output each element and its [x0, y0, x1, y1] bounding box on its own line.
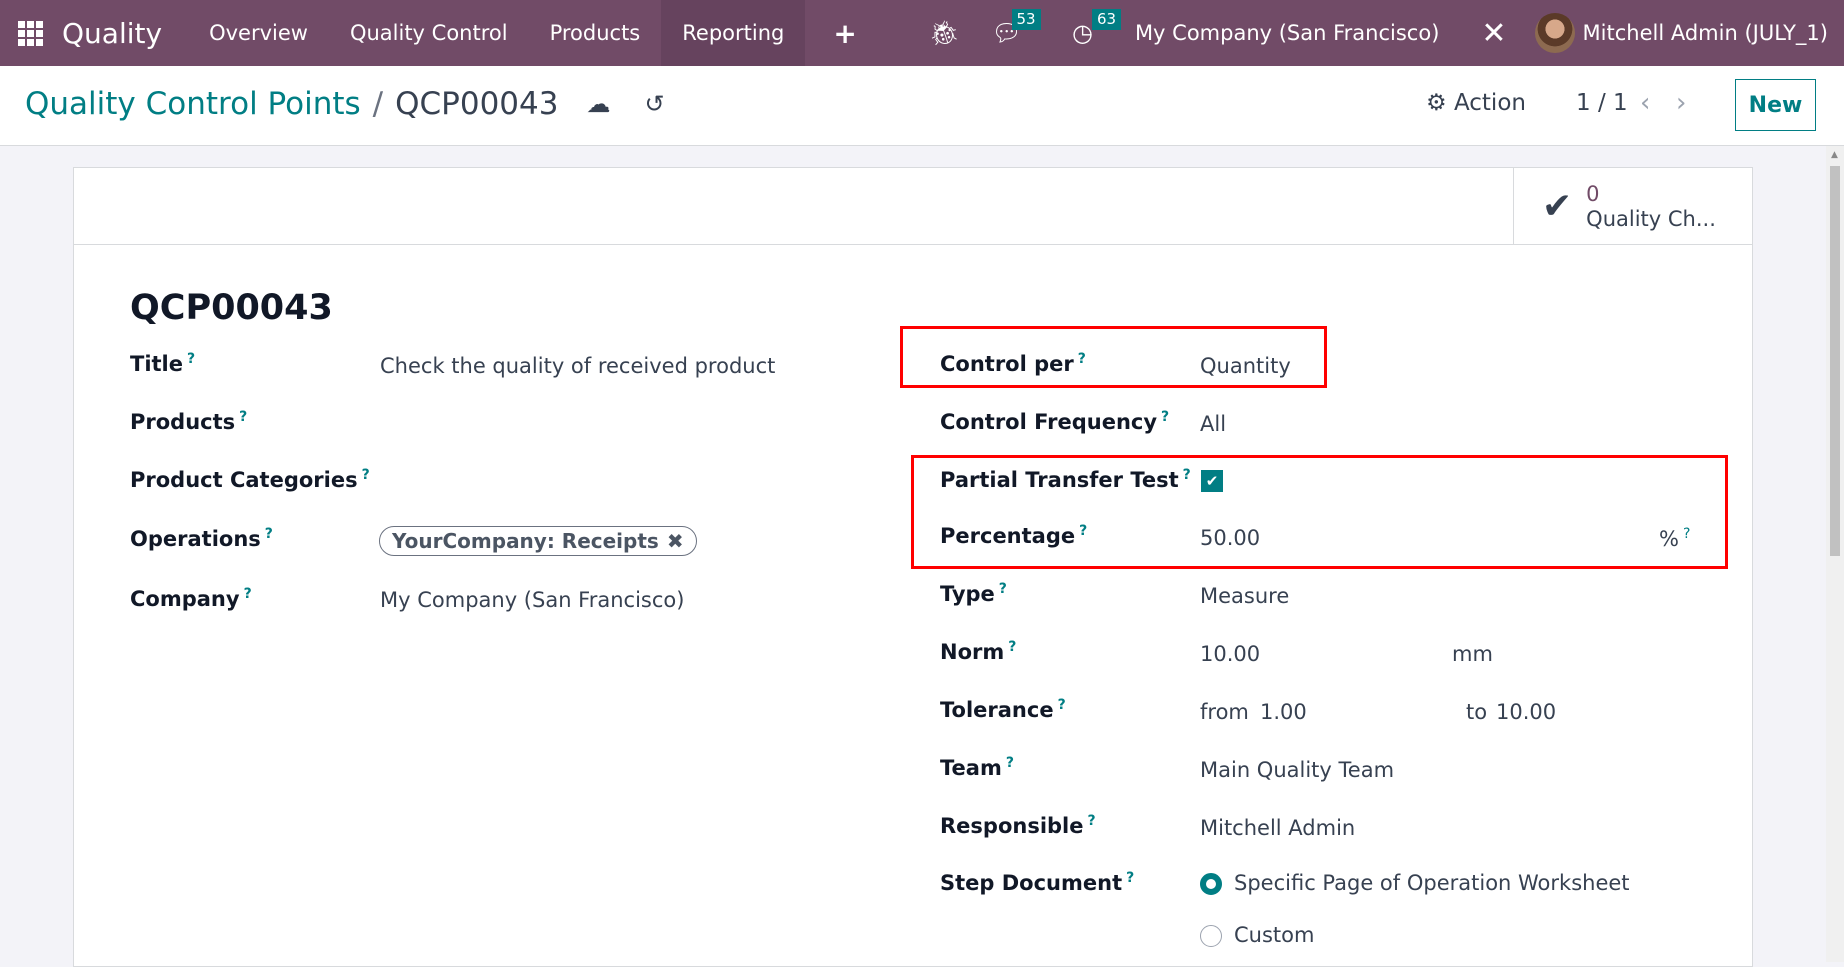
check-icon: ✔	[1542, 186, 1573, 227]
operations-label: Operations?	[130, 526, 273, 551]
new-button[interactable]: New	[1735, 79, 1816, 131]
tools-icon[interactable]: ✕	[1481, 16, 1506, 51]
breadcrumb-parent[interactable]: Quality Control Points	[25, 86, 361, 122]
control-frequency-label: Control Frequency?	[940, 409, 1170, 434]
control-per-label: Control per?	[940, 351, 1086, 376]
help-icon[interactable]: ?	[187, 351, 195, 367]
help-icon[interactable]: ?	[362, 467, 370, 483]
tolerance-to-label: to	[1466, 700, 1488, 724]
type-field[interactable]: Measure	[1200, 584, 1289, 608]
team-field[interactable]: Main Quality Team	[1200, 758, 1394, 782]
help-icon[interactable]: ?	[1161, 409, 1169, 425]
control-frequency-field[interactable]: All	[1200, 412, 1226, 436]
form-sheet: ✔ 0 Quality Ch... QCP00043 Title? Check …	[73, 167, 1753, 967]
app-name[interactable]: Quality	[62, 17, 162, 50]
help-icon[interactable]: ?	[265, 526, 273, 542]
company-switcher[interactable]: My Company (San Francisco)	[1135, 21, 1439, 45]
help-icon[interactable]: ?	[1088, 813, 1096, 829]
breadcrumb: Quality Control Points / QCP00043 ☁ ↺	[25, 86, 665, 122]
norm-field[interactable]: 10.00	[1200, 642, 1260, 666]
action-label: Action	[1453, 90, 1526, 116]
help-icon[interactable]: ?	[239, 409, 247, 425]
quality-checks-count: 0	[1586, 181, 1600, 206]
button-box: ✔ 0 Quality Ch...	[74, 168, 1752, 245]
partial-transfer-test-checkbox[interactable]: ✔	[1201, 470, 1223, 492]
record-reference: QCP00043	[130, 288, 333, 328]
bug-icon[interactable]: 🐞︎	[929, 19, 959, 47]
pager-previous-icon[interactable]: ‹	[1640, 88, 1650, 118]
messages-button[interactable]: 💬︎ 53	[992, 9, 1041, 47]
breadcrumb-separator: /	[372, 86, 384, 122]
avatar[interactable]	[1534, 13, 1575, 53]
discard-icon[interactable]: ↺	[644, 90, 664, 118]
help-icon[interactable]: ?	[1006, 755, 1014, 771]
activities-badge: 63	[1091, 9, 1122, 30]
type-label: Type?	[940, 581, 1007, 606]
breadcrumb-current: QCP00043	[395, 86, 559, 122]
remove-tag-icon[interactable]: ✖	[667, 529, 684, 553]
operation-tag: YourCompany: Receipts ✖	[379, 526, 697, 556]
step-document-option-worksheet[interactable]: Specific Page of Operation Worksheet	[1234, 871, 1630, 895]
save-cloud-icon[interactable]: ☁	[586, 90, 610, 118]
responsible-label: Responsible?	[940, 813, 1096, 838]
percentage-label: Percentage?	[940, 523, 1088, 548]
products-field[interactable]	[380, 409, 880, 437]
company-label: Company?	[130, 586, 252, 611]
tolerance-to-field[interactable]: 10.00	[1496, 700, 1556, 724]
messages-badge: 53	[1011, 9, 1041, 30]
pager-value[interactable]: 1 / 1	[1576, 90, 1628, 116]
team-label: Team?	[940, 755, 1014, 780]
menu-overview[interactable]: Overview	[188, 0, 329, 66]
norm-label: Norm?	[940, 639, 1017, 664]
top-navbar: Quality Overview Quality Control Product…	[0, 0, 1844, 66]
plus-icon[interactable]: +	[805, 17, 884, 50]
help-icon[interactable]: ?	[244, 586, 252, 602]
activities-button[interactable]: ◷ 63	[1071, 9, 1122, 47]
scrollbar[interactable]: ▲	[1826, 146, 1844, 962]
help-icon[interactable]: ?	[1008, 639, 1016, 655]
tolerance-label: Tolerance?	[940, 697, 1066, 722]
help-icon[interactable]: ?	[1683, 526, 1690, 542]
help-icon[interactable]: ?	[1183, 467, 1191, 483]
control-per-field[interactable]: Quantity	[1200, 354, 1291, 378]
product-categories-label: Product Categories?	[130, 467, 370, 492]
quality-checks-smart-button[interactable]: ✔ 0 Quality Ch...	[1513, 168, 1752, 245]
grid-icon	[17, 20, 43, 46]
step-document-label: Step Document?	[940, 870, 1135, 895]
scroll-up-icon[interactable]: ▲	[1831, 150, 1838, 160]
partial-transfer-test-label: Partial Transfer Test?	[940, 467, 1191, 492]
pager-next-icon[interactable]: ›	[1676, 88, 1686, 118]
products-label: Products?	[130, 409, 248, 434]
responsible-field[interactable]: Mitchell Admin	[1200, 816, 1355, 840]
app-menu-button[interactable]	[0, 0, 60, 66]
product-categories-field[interactable]	[380, 467, 880, 495]
menu-products[interactable]: Products	[529, 0, 662, 66]
title-field[interactable]: Check the quality of received product	[380, 354, 775, 378]
clock-icon: ◷	[1071, 19, 1093, 47]
control-panel: Quality Control Points / QCP00043 ☁ ↺ ⚙ …	[0, 66, 1844, 146]
percentage-field[interactable]: 50.00	[1200, 526, 1260, 550]
step-document-radio-custom[interactable]	[1200, 925, 1222, 947]
user-menu[interactable]: Mitchell Admin (JULY_1)	[1583, 21, 1828, 45]
step-document-option-custom[interactable]: Custom	[1234, 923, 1314, 947]
norm-unit[interactable]: mm	[1452, 642, 1493, 666]
help-icon[interactable]: ?	[1079, 523, 1087, 539]
quality-checks-label: Quality Ch...	[1586, 206, 1716, 231]
menu-reporting[interactable]: Reporting	[661, 0, 806, 66]
gear-icon: ⚙	[1426, 90, 1447, 116]
action-button[interactable]: ⚙ Action	[1426, 90, 1526, 116]
help-icon[interactable]: ?	[1078, 351, 1086, 367]
help-icon[interactable]: ?	[999, 581, 1007, 597]
tolerance-from-label: from	[1200, 700, 1249, 724]
title-label: Title?	[130, 351, 196, 376]
tolerance-from-field[interactable]: 1.00	[1260, 700, 1307, 724]
scrollbar-thumb[interactable]	[1830, 166, 1840, 556]
step-document-radio-worksheet[interactable]	[1200, 873, 1222, 895]
help-icon[interactable]: ?	[1126, 870, 1134, 886]
help-icon[interactable]: ?	[1058, 697, 1066, 713]
percentage-unit: %?	[1659, 526, 1691, 551]
operation-tag-label: YourCompany: Receipts	[392, 529, 659, 553]
menu-quality-control[interactable]: Quality Control	[329, 0, 529, 66]
company-field[interactable]: My Company (San Francisco)	[380, 588, 684, 612]
